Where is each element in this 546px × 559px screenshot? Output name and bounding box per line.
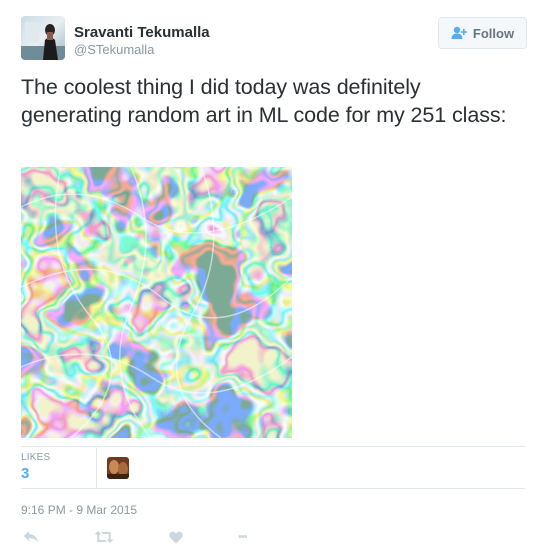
reply-icon[interactable]	[23, 527, 39, 547]
follow-button-label: Follow	[472, 25, 515, 41]
tweet-stats: LIKES 3	[21, 448, 525, 488]
follow-button[interactable]: Follow	[438, 17, 527, 49]
tweet-timestamp[interactable]: 9:16 PM - 9 Mar 2015	[21, 503, 137, 517]
user-full-name[interactable]: Sravanti Tekumalla	[74, 24, 210, 42]
tweet-image[interactable]	[21, 167, 292, 438]
avatar[interactable]	[21, 16, 65, 60]
follow-person-plus-icon	[451, 26, 467, 40]
like-heart-icon[interactable]	[169, 527, 183, 547]
user-names: Sravanti Tekumalla @STekumalla	[74, 24, 210, 58]
likes-label[interactable]: LIKES	[21, 452, 50, 463]
tweet-text: The coolest thing I did today was defini…	[21, 75, 507, 127]
divider	[21, 488, 525, 489]
divider	[21, 446, 525, 447]
likes-count[interactable]: 3	[21, 465, 29, 482]
liker-avatar[interactable]	[107, 457, 129, 479]
tweet-header: Sravanti Tekumalla @STekumalla Follow	[21, 16, 527, 60]
user-handle[interactable]: @STekumalla	[74, 42, 210, 58]
stats-divider	[96, 448, 97, 488]
more-icon[interactable]: •••	[238, 527, 248, 547]
tweet-actions: •••	[21, 527, 281, 547]
retweet-icon[interactable]	[94, 527, 114, 547]
